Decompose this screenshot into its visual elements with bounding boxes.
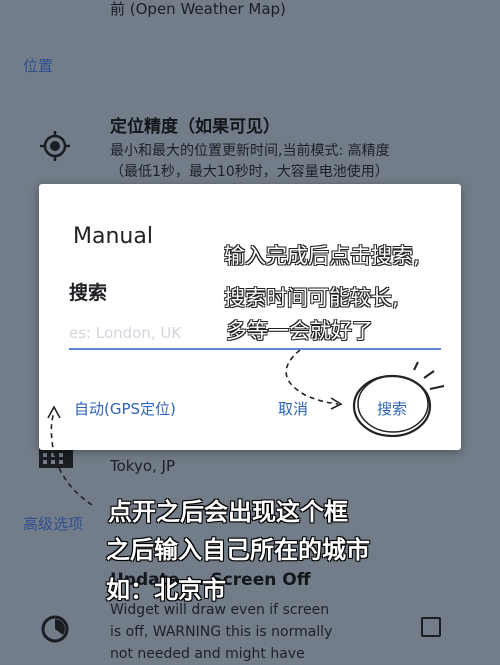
arrow-to-search-annotation xyxy=(285,349,339,405)
dialog-note-line3: 多等一会就好了 xyxy=(226,319,373,343)
dialog-note-line2: 搜索时间可能较长, xyxy=(224,286,399,310)
main-note-line3: 如：北京市 xyxy=(106,576,226,604)
dialog-note-line1: 输入完成后点击搜索, xyxy=(224,244,420,268)
main-note-line1: 点开之后会出现这个框 xyxy=(108,498,348,526)
arrow-to-dialog-annotation xyxy=(50,411,93,506)
main-note-line2: 之后输入自己所在的城市 xyxy=(106,536,370,564)
